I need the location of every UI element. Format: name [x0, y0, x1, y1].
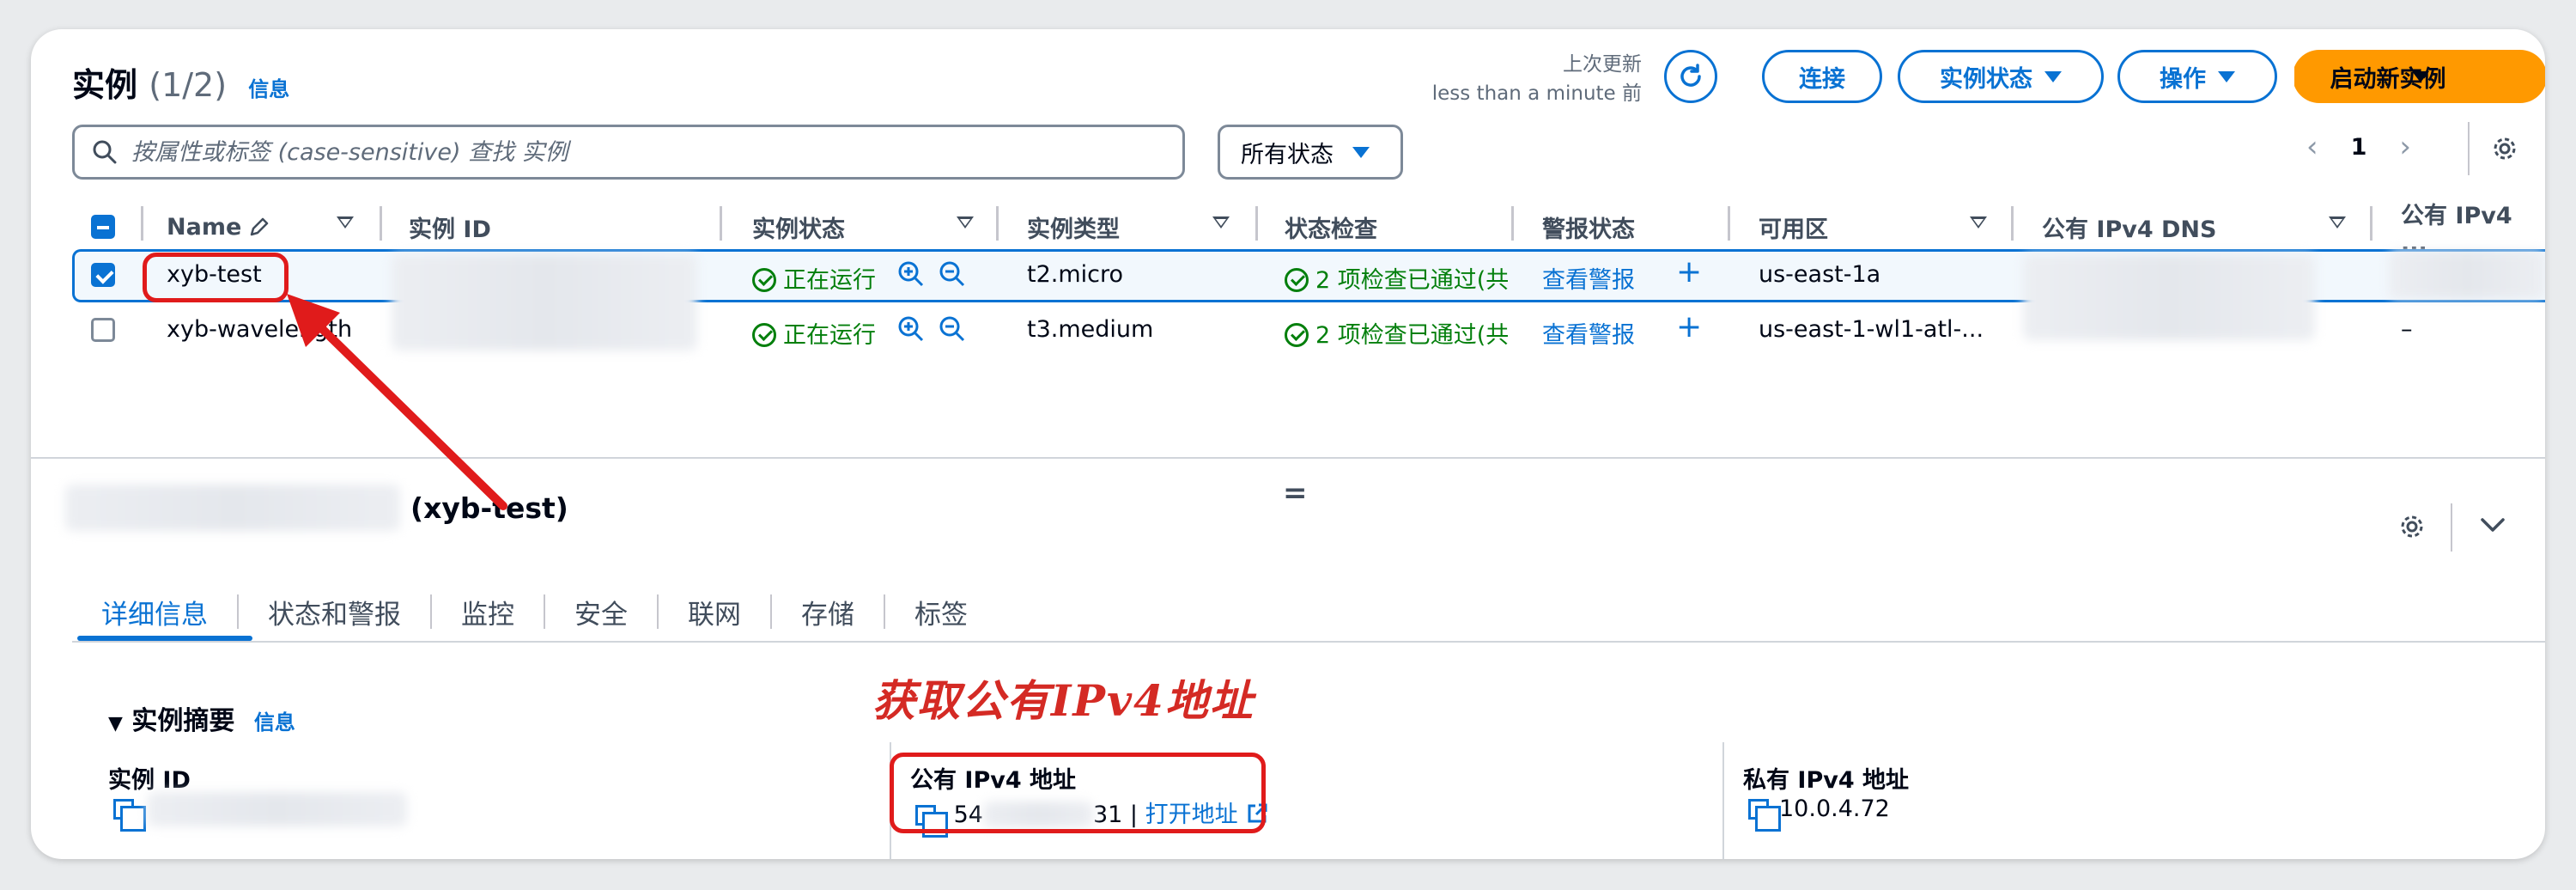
select-all-checkbox[interactable] — [91, 215, 115, 239]
connect-button[interactable]: 连接 — [1762, 50, 1882, 103]
status-check: 2 项检查已通过(共 — [1285, 261, 1508, 295]
col-public-ipv4[interactable]: 公有 IPv4 ... — [2401, 203, 2545, 257]
redacted-instance-id — [148, 792, 407, 826]
tab-details[interactable]: 详细信息 — [72, 594, 239, 631]
public-ipv4: – — [2401, 316, 2413, 343]
sort-icon[interactable] — [1970, 216, 1987, 229]
tab-storage[interactable]: 存储 — [772, 594, 885, 631]
col-instance-id[interactable]: 实例 ID — [409, 204, 491, 249]
page-title: 实例 (1/2) 信息 — [72, 66, 290, 104]
instance-type: t3.medium — [1027, 316, 1154, 343]
highlight-box — [890, 753, 1266, 833]
row-checkbox[interactable] — [91, 263, 115, 287]
instance-state: 正在运行 — [752, 316, 876, 350]
resize-handle[interactable]: = — [1283, 476, 1308, 510]
state-filter-select[interactable]: 所有状态 — [1218, 125, 1403, 180]
col-name[interactable]: Name — [167, 204, 270, 249]
private-ipv4-label: 私有 IPv4 地址 — [1743, 767, 1910, 794]
zoom-out-icon[interactable] — [938, 314, 967, 344]
actions-dropdown[interactable]: 操作 — [2117, 50, 2277, 103]
prev-page-icon[interactable]: ‹ — [2306, 130, 2318, 164]
caret-down-icon — [2044, 70, 2062, 82]
highlight-box — [143, 253, 289, 302]
active-tab-indicator — [77, 636, 252, 641]
tab-tags[interactable]: 标签 — [885, 594, 997, 631]
caret-down-icon — [2218, 70, 2235, 82]
tab-monitoring[interactable]: 监控 — [432, 594, 545, 631]
col-status-check[interactable]: 状态检查 — [1285, 204, 1377, 249]
annotation-arrow-icon — [287, 294, 507, 510]
edit-pencil-icon — [251, 217, 269, 236]
col-instance-type[interactable]: 实例类型 — [1027, 204, 1120, 249]
section-header[interactable]: ▼ 实例摘要 信息 — [108, 699, 295, 737]
next-page-icon[interactable]: › — [2399, 130, 2411, 164]
settings-gear-icon[interactable] — [2490, 134, 2519, 163]
check-circle-icon — [752, 268, 776, 292]
private-ipv4-value: 10.0.4.72 — [1748, 796, 1890, 832]
refresh-button[interactable] — [1664, 50, 1717, 103]
last-updated: 上次更新 less than a minute 前 — [1431, 53, 1642, 105]
tab-security[interactable]: 安全 — [545, 594, 659, 631]
redacted-public-ip — [2389, 251, 2545, 299]
zoom-in-icon[interactable] — [896, 259, 926, 289]
copy-icon[interactable] — [113, 799, 146, 832]
col-alarm-status[interactable]: 警报状态 — [1542, 204, 1635, 249]
instance-state-dropdown[interactable]: 实例状态 — [1898, 50, 2104, 103]
view-alarms-link[interactable]: 查看警报 — [1542, 261, 1635, 295]
check-circle-icon — [1285, 323, 1309, 347]
status-check: 2 项检查已通过(共 — [1285, 316, 1508, 350]
col-instance-state[interactable]: 实例状态 — [752, 204, 845, 249]
check-circle-icon — [752, 323, 776, 347]
caret-down-icon — [1352, 146, 1370, 158]
tab-status-alarms[interactable]: 状态和警报 — [239, 594, 432, 631]
tab-networking[interactable]: 联网 — [659, 594, 772, 631]
instances-panel: 实例 (1/2) 信息 上次更新 less than a minute 前 连接… — [31, 29, 2545, 859]
sort-icon[interactable] — [337, 216, 354, 229]
search-icon — [93, 140, 117, 164]
redacted-public-dns — [2023, 254, 2315, 340]
instance-id-label: 实例 ID — [108, 767, 191, 794]
pagination: ‹ 1 › — [2306, 130, 2411, 164]
annotation-text: 获取公有IPv4地址 — [872, 675, 1255, 726]
instance-type: t2.micro — [1027, 261, 1124, 288]
zoom-in-icon[interactable] — [896, 314, 926, 344]
info-link[interactable]: 信息 — [254, 710, 295, 735]
instance-id-value — [113, 796, 146, 832]
settings-gear-icon[interactable] — [2397, 512, 2427, 541]
search-box[interactable] — [72, 125, 1185, 180]
zoom-out-icon[interactable] — [938, 259, 967, 289]
chevron-down-icon[interactable] — [2480, 515, 2506, 534]
row-checkbox[interactable] — [91, 318, 115, 342]
collapse-triangle-icon: ▼ — [108, 713, 123, 735]
detail-tabs: 详细信息 状态和警报 监控 安全 联网 存储 标签 — [72, 579, 997, 644]
refresh-icon — [1680, 64, 1701, 87]
col-public-ipv4-dns[interactable]: 公有 IPv4 DNS — [2042, 204, 2216, 249]
sort-icon[interactable] — [1212, 216, 1230, 229]
col-availability-zone[interactable]: 可用区 — [1759, 204, 1828, 249]
add-alarm-icon[interactable]: + — [1676, 309, 1702, 344]
copy-icon[interactable] — [1748, 799, 1781, 832]
launch-instance-button[interactable]: 启动新实例 — [2293, 50, 2545, 103]
sort-icon[interactable] — [957, 216, 974, 229]
view-alarms-link[interactable]: 查看警报 — [1542, 316, 1635, 350]
search-input[interactable] — [131, 138, 1145, 166]
instance-state: 正在运行 — [752, 261, 876, 295]
add-alarm-icon[interactable]: + — [1676, 254, 1702, 290]
selection-count: (1/2) — [149, 66, 228, 104]
sort-icon[interactable] — [2329, 216, 2346, 229]
availability-zone: us-east-1-wl1-atl-... — [1759, 316, 1984, 343]
info-link[interactable]: 信息 — [248, 77, 289, 101]
check-circle-icon — [1285, 268, 1309, 292]
page-number[interactable]: 1 — [2351, 134, 2367, 161]
availability-zone: us-east-1a — [1759, 261, 1881, 288]
